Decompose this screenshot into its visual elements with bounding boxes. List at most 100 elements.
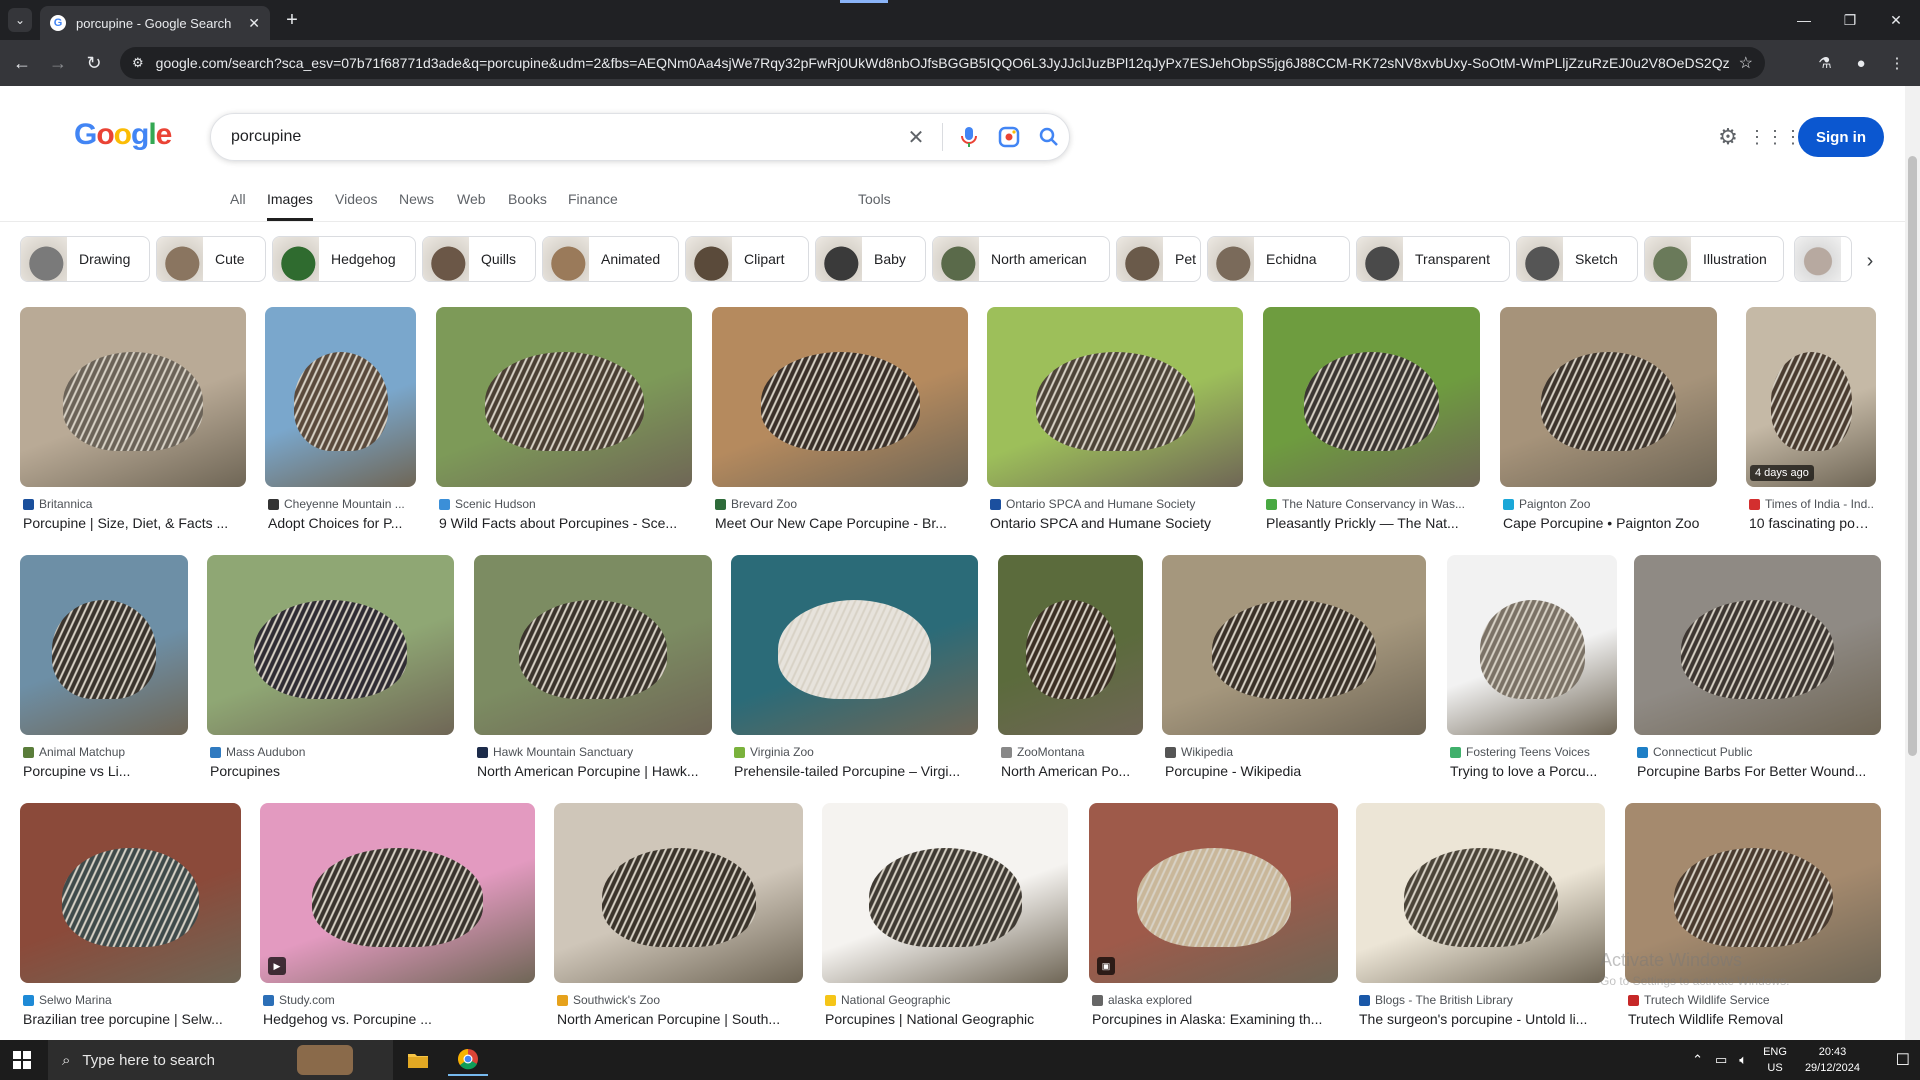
profile-icon[interactable]: ● bbox=[1849, 51, 1873, 75]
result-caption[interactable]: Porcupines | National Geographic bbox=[825, 1011, 1065, 1027]
result-source[interactable]: Wikipedia bbox=[1165, 745, 1423, 759]
search-box[interactable]: ✕ bbox=[210, 113, 1070, 161]
result-thumbnail-image[interactable] bbox=[1356, 803, 1605, 983]
image-result[interactable]: ▶ Study.com Hedgehog vs. Porcupine ... bbox=[260, 803, 535, 1033]
tab-web[interactable]: Web bbox=[457, 191, 486, 221]
result-thumbnail-image[interactable] bbox=[20, 307, 246, 487]
result-source[interactable]: Selwo Marina bbox=[23, 993, 238, 1007]
result-thumbnail-image[interactable] bbox=[1634, 555, 1881, 735]
minimize-window-icon[interactable]: — bbox=[1786, 8, 1822, 32]
result-source[interactable]: National Geographic bbox=[825, 993, 1065, 1007]
result-source[interactable]: The Nature Conservancy in Was... bbox=[1266, 497, 1477, 511]
result-source[interactable]: alaska explored bbox=[1092, 993, 1335, 1007]
tab-videos[interactable]: Videos bbox=[335, 191, 378, 221]
image-result[interactable]: Britannica Porcupine | Size, Diet, & Fact… bbox=[20, 307, 246, 537]
chip-cute[interactable]: Cute bbox=[156, 236, 266, 282]
chip-quills[interactable]: Quills bbox=[422, 236, 536, 282]
result-thumbnail-image[interactable] bbox=[987, 307, 1243, 487]
tab-search-button[interactable]: ⌄ bbox=[8, 8, 32, 32]
new-tab-button[interactable]: + bbox=[280, 8, 304, 32]
result-thumbnail-image[interactable] bbox=[265, 307, 416, 487]
result-caption[interactable]: Porcupine Barbs For Better Wound... bbox=[1637, 763, 1878, 779]
tab-finance[interactable]: Finance bbox=[568, 191, 618, 221]
taskbar-clock[interactable]: 20:43 29/12/2024 bbox=[1805, 1044, 1860, 1076]
chrome-taskbar-icon[interactable] bbox=[448, 1044, 488, 1076]
result-thumbnail-image[interactable] bbox=[20, 555, 188, 735]
google-logo[interactable]: Google bbox=[74, 118, 172, 152]
volume-icon[interactable]: 🔈︎ bbox=[1739, 1052, 1747, 1068]
chip-animated[interactable]: Animated bbox=[542, 236, 679, 282]
tools-button[interactable]: Tools bbox=[858, 191, 891, 221]
labs-flask-icon[interactable]: ⚗ bbox=[1813, 51, 1837, 75]
result-caption[interactable]: North American Porcupine | Hawk... bbox=[477, 763, 709, 779]
result-caption[interactable]: North American Po... bbox=[1001, 763, 1140, 779]
result-thumbnail-image[interactable] bbox=[1500, 307, 1717, 487]
result-source[interactable]: Study.com bbox=[263, 993, 532, 1007]
image-result[interactable]: 4 days ago Times of India - Ind... 10 fasc… bbox=[1746, 307, 1876, 537]
image-result[interactable]: ▣ alaska explored Porcupines in Alaska: Ex… bbox=[1089, 803, 1338, 1033]
image-result[interactable]: Ontario SPCA and Humane Society Ontario S… bbox=[987, 307, 1243, 537]
result-thumbnail-image[interactable] bbox=[207, 555, 454, 735]
image-result[interactable]: Brevard Zoo Meet Our New Cape Porcupine -… bbox=[712, 307, 968, 537]
result-thumbnail-image[interactable] bbox=[436, 307, 692, 487]
result-thumbnail-image[interactable] bbox=[1162, 555, 1426, 735]
result-thumbnail-image[interactable] bbox=[1447, 555, 1617, 735]
result-source[interactable]: ZooMontana bbox=[1001, 745, 1140, 759]
result-source[interactable]: Southwick's Zoo bbox=[557, 993, 800, 1007]
chip-baby[interactable]: Baby bbox=[815, 236, 926, 282]
result-caption[interactable]: Porcupines in Alaska: Examining th... bbox=[1092, 1011, 1335, 1027]
chip-illustration[interactable]: Illustration bbox=[1644, 236, 1784, 282]
result-source[interactable]: Connecticut Public bbox=[1637, 745, 1878, 759]
image-result[interactable]: Trutech Wildlife Service Trutech Wildlife… bbox=[1625, 803, 1881, 1033]
chrome-menu-icon[interactable]: ⋮ bbox=[1885, 51, 1909, 75]
search-input[interactable] bbox=[231, 128, 896, 146]
result-thumbnail-image[interactable] bbox=[20, 803, 241, 983]
chip-hedgehog[interactable]: Hedgehog bbox=[272, 236, 416, 282]
chip-partial[interactable] bbox=[1794, 236, 1852, 282]
result-caption[interactable]: North American Porcupine | South... bbox=[557, 1011, 800, 1027]
result-caption[interactable]: 10 fascinating porc... bbox=[1749, 515, 1873, 531]
result-caption[interactable]: 9 Wild Facts about Porcupines - Sce... bbox=[439, 515, 689, 531]
result-caption[interactable]: Brazilian tree porcupine | Selw... bbox=[23, 1011, 238, 1027]
chip-drawing[interactable]: Drawing bbox=[20, 236, 150, 282]
result-source[interactable]: Ontario SPCA and Humane Society bbox=[990, 497, 1240, 511]
scrollbar-thumb[interactable] bbox=[1908, 156, 1917, 756]
image-result[interactable]: Connecticut Public Porcupine Barbs For Be… bbox=[1634, 555, 1881, 785]
image-result[interactable]: Southwick's Zoo North American Porcupine … bbox=[554, 803, 803, 1033]
result-caption[interactable]: The surgeon's porcupine - Untold li... bbox=[1359, 1011, 1602, 1027]
tab-images[interactable]: Images bbox=[267, 191, 313, 221]
back-arrow-icon[interactable]: ← bbox=[10, 51, 34, 75]
result-source[interactable]: Fostering Teens Voices bbox=[1450, 745, 1614, 759]
close-window-icon[interactable]: ✕ bbox=[1878, 8, 1914, 32]
sign-in-button[interactable]: Sign in bbox=[1798, 117, 1884, 157]
network-icon[interactable]: ▭ bbox=[1715, 1052, 1727, 1068]
voice-search-icon[interactable] bbox=[949, 117, 989, 157]
close-tab-icon[interactable]: ✕ bbox=[248, 15, 260, 32]
chip-north-american[interactable]: North american bbox=[932, 236, 1110, 282]
chip-sketch[interactable]: Sketch bbox=[1516, 236, 1638, 282]
result-source[interactable]: Times of India - Ind... bbox=[1749, 497, 1873, 511]
reload-icon[interactable]: ↻ bbox=[82, 51, 106, 75]
result-caption[interactable]: Ontario SPCA and Humane Society bbox=[990, 515, 1240, 531]
result-source[interactable]: Blogs - The British Library bbox=[1359, 993, 1602, 1007]
image-result[interactable]: The Nature Conservancy in Was... Pleasant… bbox=[1263, 307, 1480, 537]
search-submit-icon[interactable] bbox=[1029, 117, 1069, 157]
tab-books[interactable]: Books bbox=[508, 191, 547, 221]
result-source[interactable]: Brevard Zoo bbox=[715, 497, 965, 511]
image-result[interactable]: Virginia Zoo Prehensile-tailed Porcupine … bbox=[731, 555, 978, 785]
result-thumbnail-image[interactable] bbox=[554, 803, 803, 983]
result-caption[interactable]: Cape Porcupine • Paignton Zoo bbox=[1503, 515, 1714, 531]
result-source[interactable]: Mass Audubon bbox=[210, 745, 451, 759]
chip-transparent[interactable]: Transparent bbox=[1356, 236, 1510, 282]
result-thumbnail-image[interactable] bbox=[998, 555, 1143, 735]
image-result[interactable]: Selwo Marina Brazilian tree porcupine | S… bbox=[20, 803, 241, 1033]
image-result[interactable]: Wikipedia Porcupine - Wikipedia bbox=[1162, 555, 1426, 785]
chevron-up-icon[interactable]: ⌃ bbox=[1692, 1052, 1703, 1068]
address-bar[interactable]: ⚙ google.com/search?sca_esv=07b71f68771d… bbox=[120, 47, 1765, 79]
image-result[interactable]: Hawk Mountain Sanctuary North American Po… bbox=[474, 555, 712, 785]
windows-start-icon[interactable] bbox=[12, 1050, 32, 1070]
result-source[interactable]: Paignton Zoo bbox=[1503, 497, 1714, 511]
result-caption[interactable]: Porcupine vs Li... bbox=[23, 763, 185, 779]
page-scrollbar[interactable] bbox=[1905, 86, 1920, 1040]
image-result[interactable]: Fostering Teens Voices Trying to love a P… bbox=[1447, 555, 1617, 785]
